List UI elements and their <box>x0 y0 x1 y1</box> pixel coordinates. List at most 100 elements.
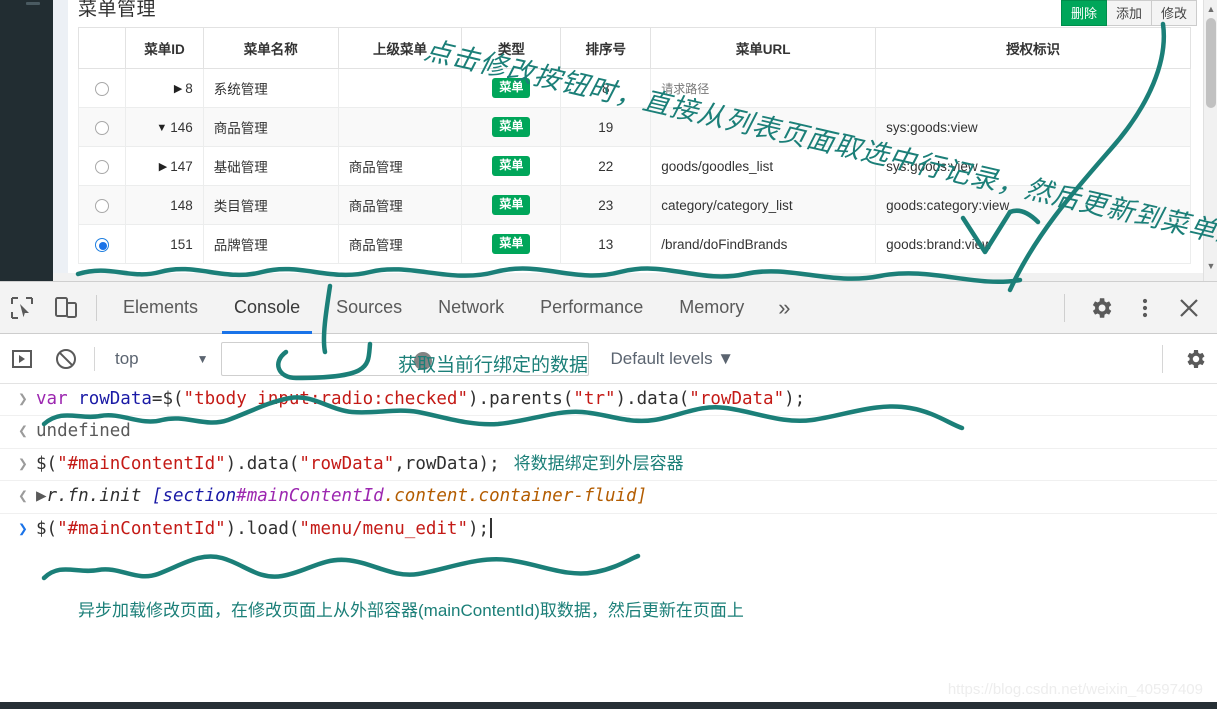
menu-id-value: 8 <box>185 80 193 96</box>
row-parent-menu: 商品管理 <box>337 185 463 225</box>
menu-id-value: 147 <box>170 158 193 174</box>
row-menu-url: 请求路径 <box>650 68 877 108</box>
menu-id-value: 151 <box>170 236 193 252</box>
row-permission: goods:category:view <box>875 185 1191 225</box>
expand-object-triangle-icon[interactable]: ▶ <box>36 486 47 506</box>
tab-performance[interactable]: Performance <box>522 282 661 334</box>
text-cursor <box>490 517 493 538</box>
page-vertical-scrollbar[interactable]: ▲ ▼ <box>1203 0 1217 281</box>
tab-console[interactable]: Console <box>216 282 318 334</box>
add-button[interactable]: 添加 <box>1106 0 1152 26</box>
scroll-down-arrow-icon[interactable]: ▼ <box>1204 259 1217 273</box>
device-toolbar-icon[interactable] <box>44 282 88 334</box>
console-result-object[interactable]: ▶r.fn.init [section#mainContentId.conten… <box>36 484 647 509</box>
col-order: 排序号 <box>560 27 652 69</box>
table-row[interactable]: ▼ 146 商品管理 菜单 19 sys:goods:view <box>77 107 1191 147</box>
console-code-1: var rowData=$("tbody input:radio:checked… <box>36 389 806 409</box>
row-menu-name: 基础管理 <box>202 146 339 186</box>
execute-icon[interactable] <box>0 334 44 384</box>
row-radio-cell[interactable] <box>77 146 127 186</box>
page-horizontal-scrollbar[interactable] <box>53 273 1203 281</box>
row-parent-menu <box>337 107 463 147</box>
gear-icon[interactable] <box>1079 282 1123 334</box>
menu-table: 菜单ID 菜单名称 上级菜单 类型 排序号 菜单URL 授权标识 ▶ 8 系统管… <box>77 27 1191 264</box>
filterbar-divider-right <box>1162 344 1163 373</box>
page-title: 菜单管理 <box>78 0 157 20</box>
inspect-element-icon[interactable] <box>0 282 44 334</box>
console-settings-gear-icon[interactable] <box>1173 334 1217 384</box>
table-row-selected[interactable]: 151 品牌管理 商品管理 菜单 13 /brand/doFindBrands … <box>77 224 1191 264</box>
row-radio[interactable] <box>95 81 110 96</box>
console-input-row[interactable]: ❯ $("#mainContentId").data("rowData",row… <box>0 449 1217 482</box>
tab-memory[interactable]: Memory <box>661 282 762 334</box>
tab-elements[interactable]: Elements <box>105 282 216 334</box>
table-row[interactable]: 148 类目管理 商品管理 菜单 23 category/category_li… <box>77 185 1191 225</box>
log-level-selector[interactable]: Default levels ▼ <box>611 349 735 369</box>
console-output-object-row[interactable]: ❮ ▶r.fn.init [section#mainContentId.cont… <box>0 481 1217 514</box>
screenshot-root: 菜单管理 删除 添加 修改 菜单ID 菜单名称 上级菜单 类型 排序号 菜单UR… <box>0 0 1217 709</box>
row-permission: sys:goods:view <box>875 107 1191 147</box>
row-type: 菜单 <box>461 68 562 108</box>
edit-button[interactable]: 修改 <box>1151 0 1197 26</box>
row-radio[interactable] <box>95 159 110 174</box>
row-radio[interactable] <box>95 120 110 135</box>
row-permission: goods:brand:view <box>875 224 1191 264</box>
row-type: 菜单 <box>461 185 562 225</box>
table-row[interactable]: ▶ 147 基础管理 商品管理 菜单 22 goods/goodles_list … <box>77 146 1191 186</box>
row-radio-cell[interactable] <box>77 185 127 225</box>
row-parent-menu <box>337 68 463 108</box>
expand-caret-icon[interactable]: ▶ <box>159 160 167 173</box>
row-menu-id: ▶ 8 <box>125 68 204 108</box>
console-code-3[interactable]: $("#mainContentId").load("menu/menu_edit… <box>36 517 493 542</box>
row-order: 23 <box>560 185 652 225</box>
console-active-input-row[interactable]: ❯ $("#mainContentId").load("menu/menu_ed… <box>0 514 1217 545</box>
close-icon[interactable] <box>1167 282 1211 334</box>
output-prompt-icon: ❮ <box>18 421 28 441</box>
collapse-caret-icon[interactable]: ▼ <box>156 122 167 134</box>
row-menu-name: 类目管理 <box>202 185 339 225</box>
row-radio-cell[interactable] <box>77 224 127 264</box>
console-code-2: $("#mainContentId").data("rowData",rowDa… <box>36 453 500 474</box>
row-menu-name: 品牌管理 <box>202 224 339 264</box>
clear-console-icon[interactable] <box>44 334 88 384</box>
col-menu-url: 菜单URL <box>650 27 877 69</box>
row-menu-name: 系统管理 <box>202 68 339 108</box>
more-tabs-icon[interactable]: » <box>762 295 806 321</box>
kebab-menu-icon[interactable] <box>1123 282 1167 334</box>
row-permission <box>875 68 1191 108</box>
page-body: 菜单管理 删除 添加 修改 菜单ID 菜单名称 上级菜单 类型 排序号 菜单UR… <box>53 0 1217 281</box>
devtools-toolbar: Elements Console Sources Network Perform… <box>0 282 1217 334</box>
console-filter-input[interactable] <box>220 341 589 376</box>
table-row[interactable]: ▶ 8 系统管理 菜单 8 请求路径 <box>77 68 1191 108</box>
annotation-bottom-note: 异步加载修改页面，在修改页面上从外部容器(mainContentId)取数据，然… <box>78 601 744 620</box>
app-sidebar <box>0 0 53 281</box>
tab-sources[interactable]: Sources <box>318 282 420 334</box>
row-radio-cell[interactable] <box>77 68 127 108</box>
input-prompt-icon: ❯ <box>18 453 28 473</box>
row-order: 22 <box>560 146 652 186</box>
console-filter-bar: top ▼ Default levels ▼ <box>0 334 1217 384</box>
bottom-dark-strip <box>0 702 1217 709</box>
scrollbar-thumb[interactable] <box>1206 18 1216 108</box>
console-result-undefined: undefined <box>36 421 131 442</box>
scroll-up-arrow-icon[interactable]: ▲ <box>1204 2 1217 16</box>
execution-context-selector[interactable]: top <box>101 349 153 369</box>
row-radio-checked[interactable] <box>95 237 110 252</box>
chevron-down-icon[interactable]: ▼ <box>153 352 221 366</box>
console-log-area[interactable]: ❯ var rowData=$("tbody input:radio:check… <box>0 384 1217 709</box>
row-radio[interactable] <box>95 198 110 213</box>
type-badge: 菜单 <box>492 78 531 98</box>
expand-caret-icon[interactable]: ▶ <box>174 82 182 95</box>
col-type: 类型 <box>461 27 562 69</box>
col-parent-menu: 上级菜单 <box>337 27 463 69</box>
delete-button[interactable]: 删除 <box>1060 0 1107 26</box>
console-input-row[interactable]: ❯ var rowData=$("tbody input:radio:check… <box>0 384 1217 417</box>
active-input-prompt-icon: ❯ <box>18 518 28 538</box>
row-parent-menu: 商品管理 <box>337 224 463 264</box>
row-menu-name: 商品管理 <box>202 107 339 147</box>
type-badge: 菜单 <box>492 195 531 215</box>
row-order: 8 <box>560 68 652 108</box>
row-radio-cell[interactable] <box>77 107 127 147</box>
tab-network[interactable]: Network <box>420 282 522 334</box>
row-type: 菜单 <box>461 146 562 186</box>
